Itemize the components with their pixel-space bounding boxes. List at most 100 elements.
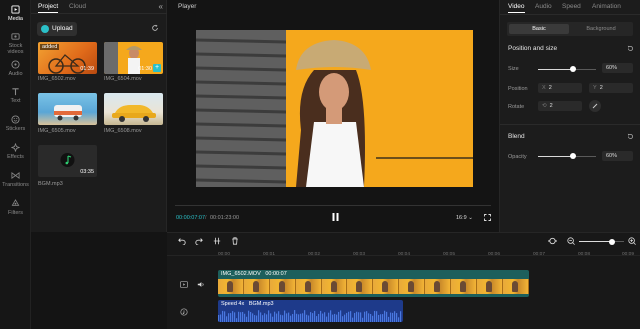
waveform-bar (314, 310, 316, 322)
video-clip-label: IMG_6502.MOV 00:00:07 (221, 271, 287, 277)
waveform-bar (218, 315, 220, 322)
reset-icon[interactable] (627, 45, 634, 52)
size-slider-knob[interactable] (569, 66, 576, 72)
fullscreen-icon[interactable] (484, 214, 491, 221)
tab-animation[interactable]: Animation (592, 3, 621, 10)
opacity-slider[interactable] (538, 153, 596, 161)
position-y-value: 2 (599, 85, 603, 91)
tab-project[interactable]: Project (38, 3, 59, 13)
waveform-bar (324, 312, 326, 322)
waveform-bar (382, 314, 384, 322)
zoom-in-icon[interactable] (628, 237, 636, 245)
opacity-slider-knob[interactable] (569, 153, 576, 159)
size-value[interactable]: 60% (602, 63, 633, 73)
segment-basic[interactable]: Basic (509, 24, 569, 34)
waveform-bar (318, 313, 320, 322)
waveform-bar (284, 310, 286, 322)
tab-audio[interactable]: Audio (535, 3, 552, 10)
waveform-bar (384, 310, 386, 322)
position-y-field[interactable]: Y 2 (589, 83, 633, 93)
waveform-bar (352, 317, 354, 322)
split-icon[interactable] (213, 237, 221, 245)
waveform-bar (260, 312, 262, 322)
rail-stickers[interactable]: Stickers (0, 115, 31, 132)
rail-filters[interactable]: Filters (0, 199, 31, 216)
rail-media[interactable]: Media (0, 5, 31, 22)
refresh-icon[interactable] (151, 24, 159, 32)
waveform-bar (376, 311, 378, 322)
clip-frame (373, 279, 400, 294)
collapse-panel-icon[interactable]: « (159, 2, 163, 11)
video-preview[interactable] (196, 30, 473, 187)
waveform-bar (398, 317, 400, 322)
added-badge: added (40, 44, 60, 50)
rotate-button[interactable] (589, 100, 601, 112)
waveform-bar (252, 313, 254, 322)
rotate-field[interactable]: ⟲ 2 (538, 101, 582, 111)
reset-icon[interactable] (627, 133, 634, 140)
segment-background[interactable]: Background (571, 24, 631, 34)
video-clip[interactable]: IMG_6502.MOV 00:00:07 (218, 270, 529, 297)
media-thumb[interactable] (104, 93, 163, 125)
upload-button[interactable]: Upload (37, 22, 77, 36)
time-separator: / (205, 215, 207, 221)
rail-transitions[interactable]: Transitions (0, 171, 31, 188)
waveform-bar (226, 316, 228, 322)
waveform-bar (312, 313, 314, 322)
pause-icon[interactable] (332, 213, 339, 221)
tab-video[interactable]: Video (508, 3, 525, 13)
undo-icon[interactable] (178, 237, 186, 245)
size-slider[interactable] (538, 66, 596, 74)
waveform-bar (270, 313, 272, 322)
opacity-value[interactable]: 60% (602, 151, 633, 161)
rail-text[interactable]: Text (0, 87, 31, 104)
upload-icon (41, 25, 49, 33)
rail-media-label: Media (8, 16, 23, 22)
waveform-bar (280, 314, 282, 322)
zoom-slider[interactable] (579, 238, 624, 245)
clip-frame (502, 279, 529, 294)
waveform-bar (298, 314, 300, 322)
waveform-bar (236, 318, 238, 322)
snap-toggle-icon[interactable] (548, 237, 557, 245)
player-title: Player (178, 3, 197, 10)
ruler-tick: 00:02 (308, 252, 321, 257)
position-x-value: 2 (548, 85, 552, 91)
ruler-tick: 00:09 (622, 252, 635, 257)
playback-scrubber[interactable] (175, 205, 491, 206)
waveform-bar (350, 311, 352, 322)
track-volume-icon[interactable] (197, 281, 205, 288)
media-thumb[interactable]: 01:30 + (104, 42, 163, 74)
redo-icon[interactable] (195, 237, 203, 245)
rail-audio[interactable]: Audio (0, 60, 31, 77)
position-size-heading: Position and size (508, 45, 558, 52)
waveform-bar (288, 312, 290, 322)
audio-icon (11, 60, 20, 69)
media-thumb-audio[interactable]: 03:35 (38, 145, 97, 177)
media-thumb[interactable]: added 01:39 (38, 42, 97, 74)
waveform-bar (310, 312, 312, 322)
zoom-slider-knob[interactable] (609, 238, 615, 245)
waveform-bar (238, 311, 240, 322)
size-slider-fill (538, 69, 573, 70)
filters-icon (11, 199, 20, 206)
aspect-ratio-select[interactable]: 16:9 ⌄ (456, 215, 473, 221)
waveform-bar (248, 310, 250, 322)
settings-segment: Basic Background (507, 22, 633, 36)
position-x-field[interactable]: X 2 (538, 83, 582, 93)
waveform-bar (290, 315, 292, 322)
waveform-bar (326, 316, 328, 322)
media-thumb[interactable] (38, 93, 97, 125)
waveform-bar (396, 313, 398, 322)
clip-frame (295, 279, 322, 294)
tab-cloud[interactable]: Cloud (69, 3, 86, 10)
upload-label: Upload (52, 25, 73, 32)
waveform-bar (294, 310, 296, 322)
rail-stock-videos[interactable]: Stock videos (0, 32, 31, 55)
add-to-timeline-icon[interactable]: + (153, 64, 161, 72)
audio-clip[interactable]: Speed 4x BGM.mp3 (218, 300, 403, 322)
delete-icon[interactable] (231, 237, 239, 245)
tab-speed[interactable]: Speed (562, 3, 581, 10)
rail-effects[interactable]: Effects (0, 143, 31, 160)
zoom-out-icon[interactable] (567, 237, 575, 245)
